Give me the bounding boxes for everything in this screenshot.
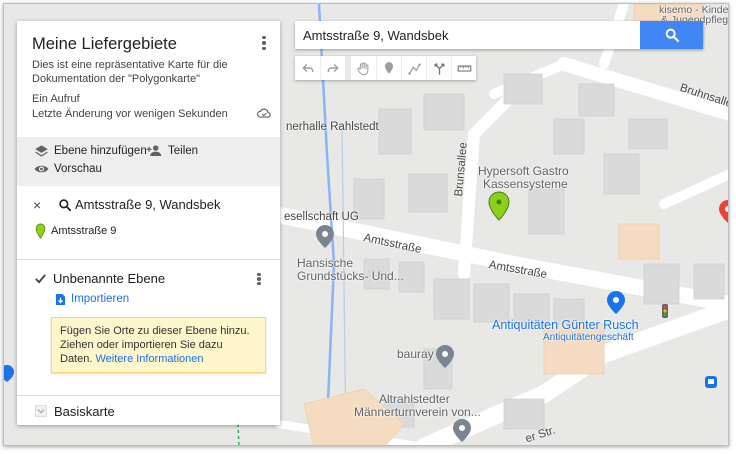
redo-icon: [327, 64, 339, 73]
map-search-input[interactable]: [295, 21, 640, 49]
search-result-search-icon: [58, 198, 72, 217]
add-layer-button[interactable]: Ebene hinzufügen: [34, 144, 147, 158]
layer-name[interactable]: Unbenannte Ebene: [53, 271, 165, 286]
marker-icon: [384, 62, 394, 74]
app-window: nerhalle Rahlstedt esellschaft UG Hypers…: [3, 3, 729, 446]
share-label: Teilen: [168, 144, 199, 157]
measure-button[interactable]: [451, 56, 476, 80]
map-label-antiquitaeten: Antiquitäten Günter Rusch: [492, 318, 639, 332]
search-result-query: Amtsstraße 9, Wandsbek: [75, 197, 221, 212]
map-label-antiquitaeten-sub: Antiquitätengeschäft: [543, 332, 634, 343]
basemap-label[interactable]: Basiskarte: [54, 404, 115, 419]
add-layer-label: Ebene hinzufügen: [54, 145, 147, 157]
map-actions-bar: Ebene hinzufügen Teilen Vorschau: [17, 137, 280, 186]
map-options-menu-button[interactable]: [257, 33, 271, 53]
route-icon: [433, 62, 445, 75]
map-label-gesellschaft: esellschaft UG: [284, 211, 359, 223]
kebab-dot: [257, 281, 261, 286]
map-label-hypersoft-2: Kassensysteme: [483, 177, 568, 191]
basemap-expand-button[interactable]: [35, 405, 47, 417]
map-label-altrahlstedter-2: Männerturnverein von...: [354, 405, 481, 419]
map-search-box: [295, 21, 703, 49]
draw-line-button[interactable]: [401, 56, 426, 80]
divider: [17, 259, 280, 260]
search-result-item[interactable]: Amtsstraße 9: [51, 225, 116, 237]
line-icon: [407, 63, 421, 75]
map-label-altrahlstedter-1: Altrahlstedter: [379, 392, 450, 406]
add-marker-button[interactable]: [376, 56, 401, 80]
kebab-dot: [262, 41, 266, 45]
add-person-icon: [146, 144, 163, 157]
map-description[interactable]: Dies ist eine repräsentative Karte für d…: [32, 59, 232, 86]
undo-icon: [301, 64, 313, 73]
last-change-status: Letzte Änderung vor wenigen Sekunden: [32, 108, 228, 120]
map-toolbar: [295, 56, 476, 80]
map-label-hypersoft-1: Hypersoft Gastro: [478, 164, 569, 178]
import-link[interactable]: Importieren: [71, 293, 129, 305]
kebab-dot: [262, 46, 266, 51]
divider: [17, 395, 280, 396]
redo-button[interactable]: [320, 56, 345, 80]
cloud-saved-icon: [257, 106, 271, 124]
eye-icon: [34, 163, 49, 175]
map-label-hansische-1: Hansische: [297, 256, 354, 270]
close-search-result-button[interactable]: ×: [33, 197, 41, 213]
ruler-icon: [457, 64, 471, 72]
kebab-dot: [262, 35, 266, 40]
directions-button[interactable]: [426, 56, 451, 80]
map-title[interactable]: Meine Liefergebiete: [32, 35, 177, 54]
more-info-link[interactable]: Weitere Informationen: [95, 353, 203, 365]
view-count: Ein Aufruf: [32, 93, 80, 105]
map-label-bauray: bauray: [397, 347, 434, 361]
chevron-down-icon: [37, 408, 45, 414]
layer-visibility-checkbox[interactable]: [34, 272, 47, 285]
layer-hint-tooltip: Fügen Sie Orte zu dieser Ebene hinzu. Zi…: [51, 317, 266, 373]
map-legend-panel: Meine Liefergebiete Dies ist eine repräs…: [17, 21, 280, 425]
preview-button[interactable]: Vorschau: [34, 163, 102, 175]
layers-icon: [34, 144, 49, 158]
preview-label: Vorschau: [54, 163, 102, 175]
kebab-dot: [257, 272, 261, 277]
select-hand-button[interactable]: [351, 56, 376, 80]
search-icon: [665, 28, 679, 43]
result-pin-icon: [35, 223, 46, 244]
share-button[interactable]: Teilen: [146, 144, 198, 157]
map-label-rahlstedt: nerhalle Rahlstedt: [286, 121, 379, 133]
import-icon: [55, 293, 66, 311]
layer-options-menu-button[interactable]: [253, 270, 265, 288]
map-label-hansische-2: Grundstücks- Und...: [297, 269, 404, 283]
kebab-dot: [257, 277, 261, 281]
search-button[interactable]: [640, 21, 703, 49]
hand-icon: [357, 61, 369, 75]
undo-button[interactable]: [295, 56, 320, 80]
